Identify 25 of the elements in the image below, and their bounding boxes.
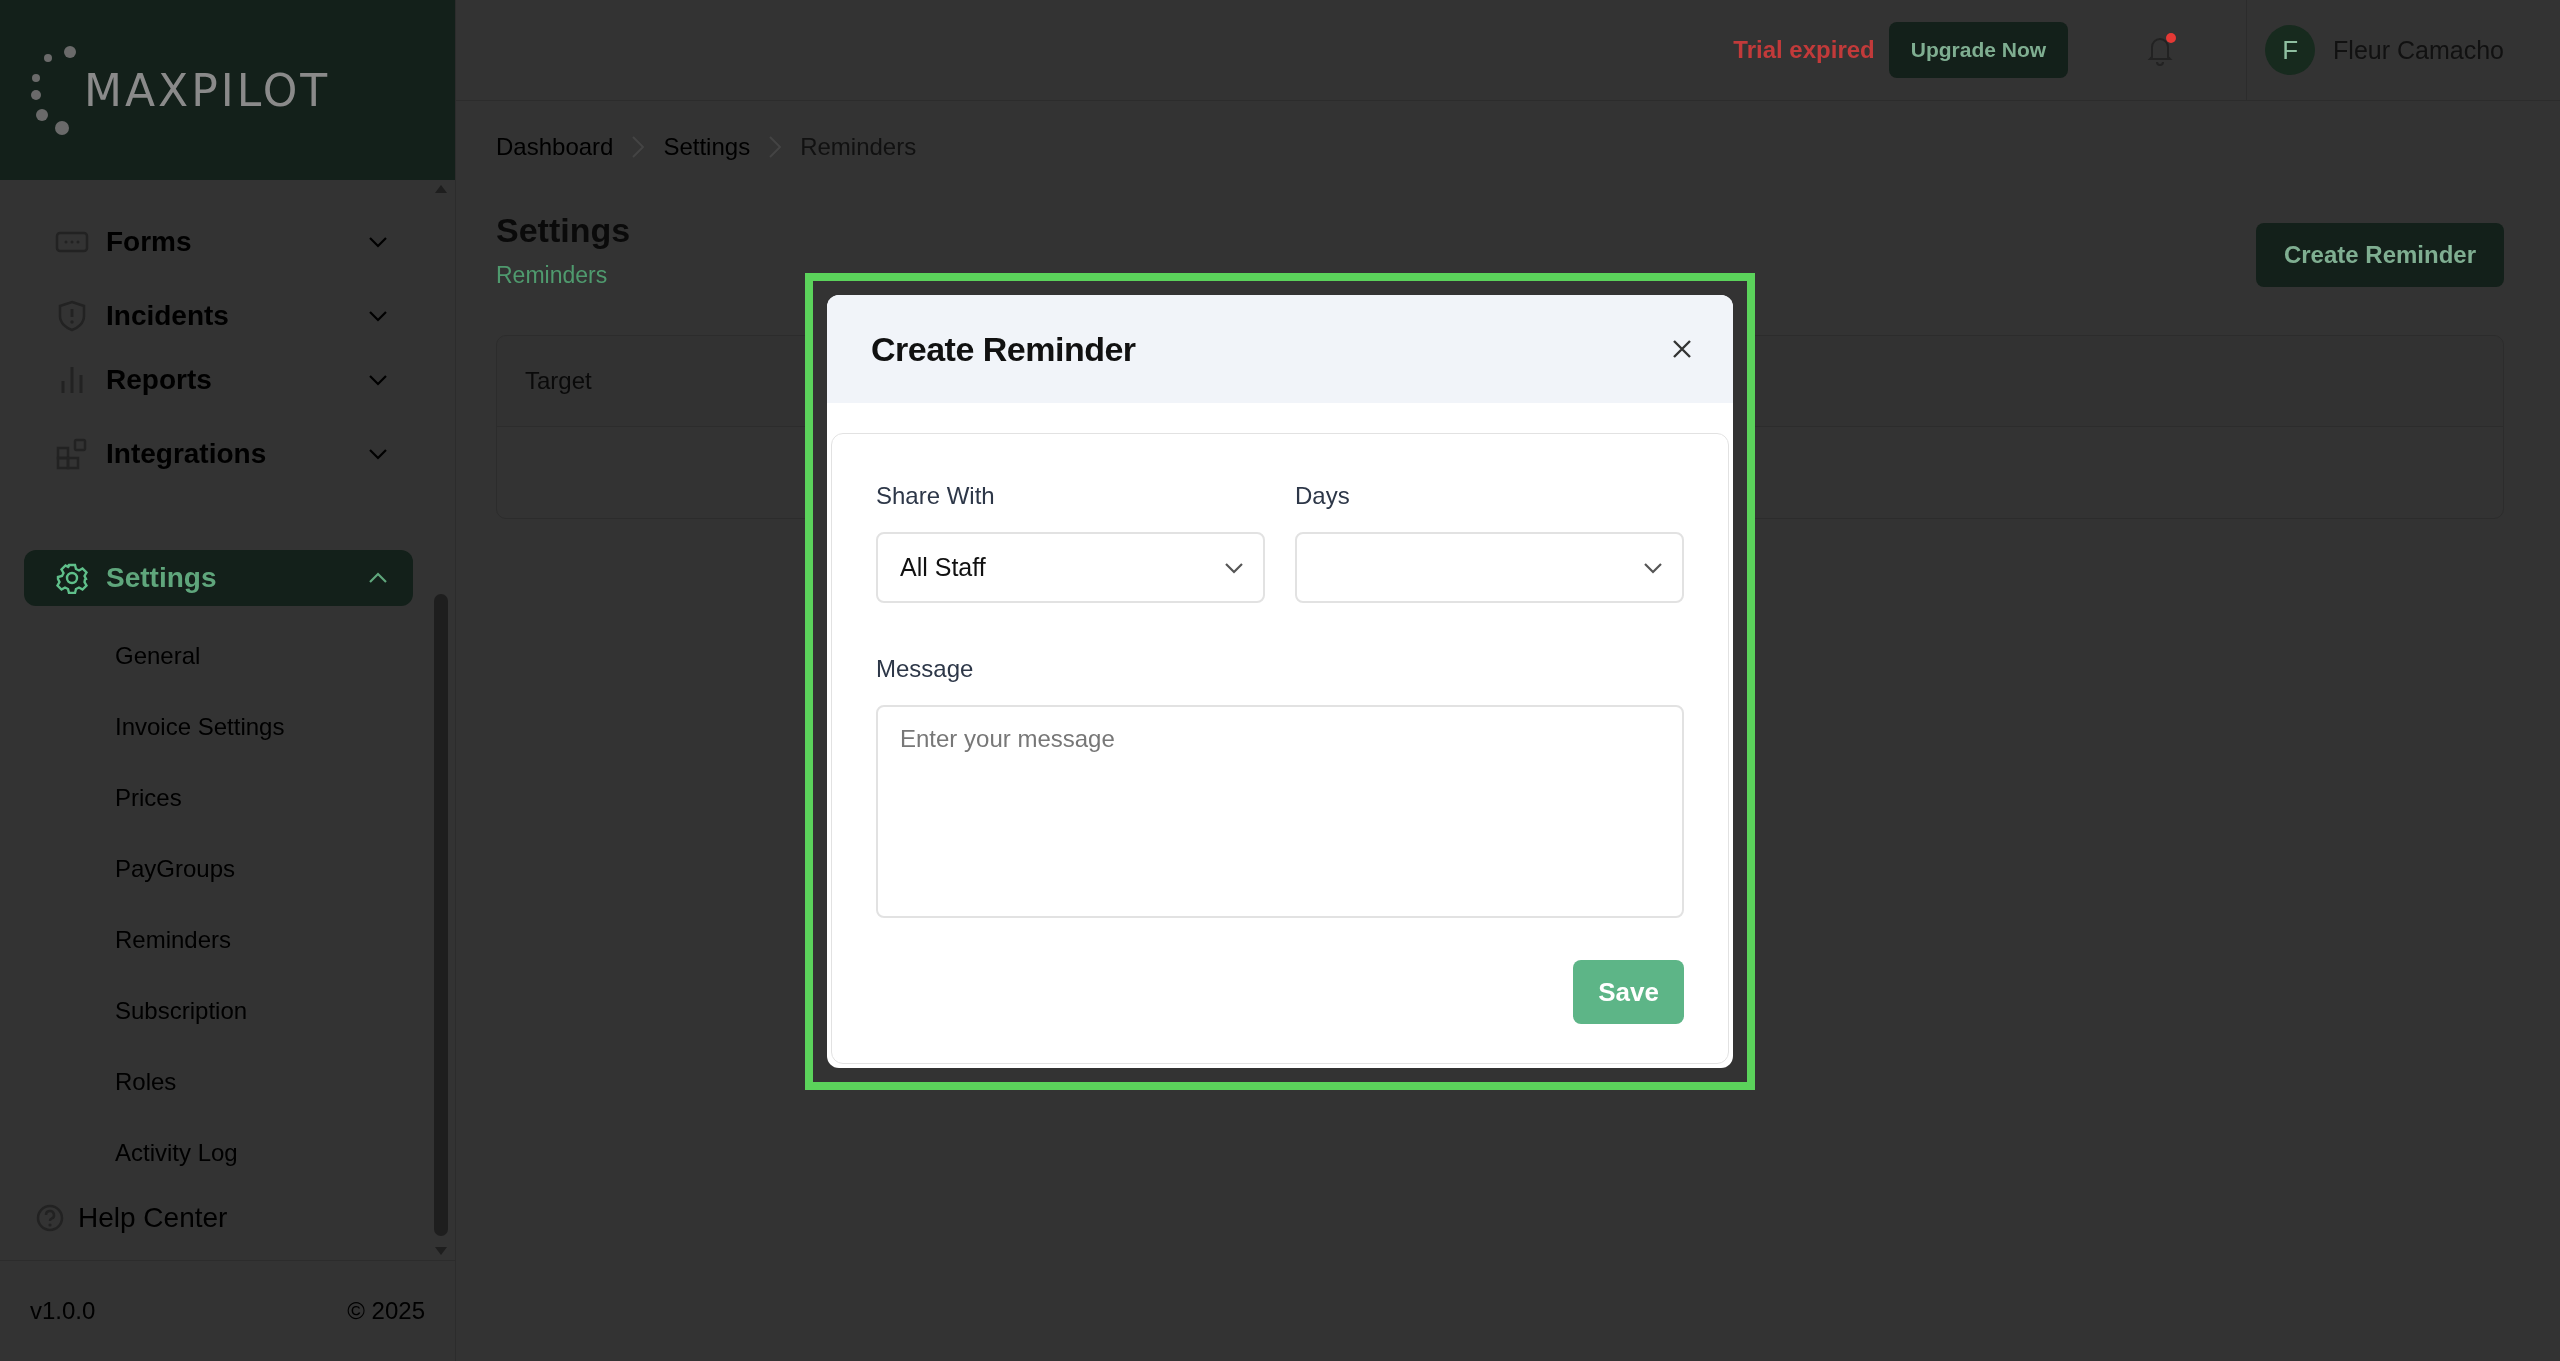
trial-status: Trial expired <box>1733 36 1875 64</box>
field-label: Share With <box>876 482 996 510</box>
user-avatar[interactable]: F <box>2265 25 2316 75</box>
create-reminder-button[interactable]: Create Reminder <box>2255 223 2504 287</box>
chevron-down-icon <box>1642 560 1664 575</box>
close-icon <box>1671 338 1693 360</box>
upgrade-button[interactable]: Upgrade Now <box>1888 22 2069 78</box>
select-field[interactable] <box>1295 532 1684 603</box>
message-field[interactable]: Enter your message <box>876 705 1684 918</box>
sidebar-item[interactable]: Settings <box>24 550 413 606</box>
field-label: Message <box>876 655 975 683</box>
select-field[interactable]: All Staff <box>876 532 1265 603</box>
logo: MAXPILOT <box>30 40 331 140</box>
chevron-down-icon <box>367 447 389 461</box>
chevron-down-icon <box>1223 560 1245 575</box>
chevron-down-icon <box>367 373 389 387</box>
modal-title: Create Reminder <box>871 329 1136 369</box>
bell-icon[interactable] <box>2146 33 2177 67</box>
chevron-down-icon <box>367 309 389 323</box>
page-subtitle: Reminders <box>496 262 609 289</box>
gear-icon <box>56 562 88 594</box>
chevron-down-icon <box>367 235 389 249</box>
chevron-up-icon <box>367 571 389 585</box>
field-label: Days <box>1295 482 1351 510</box>
save-button[interactable]: Save <box>1573 960 1684 1024</box>
